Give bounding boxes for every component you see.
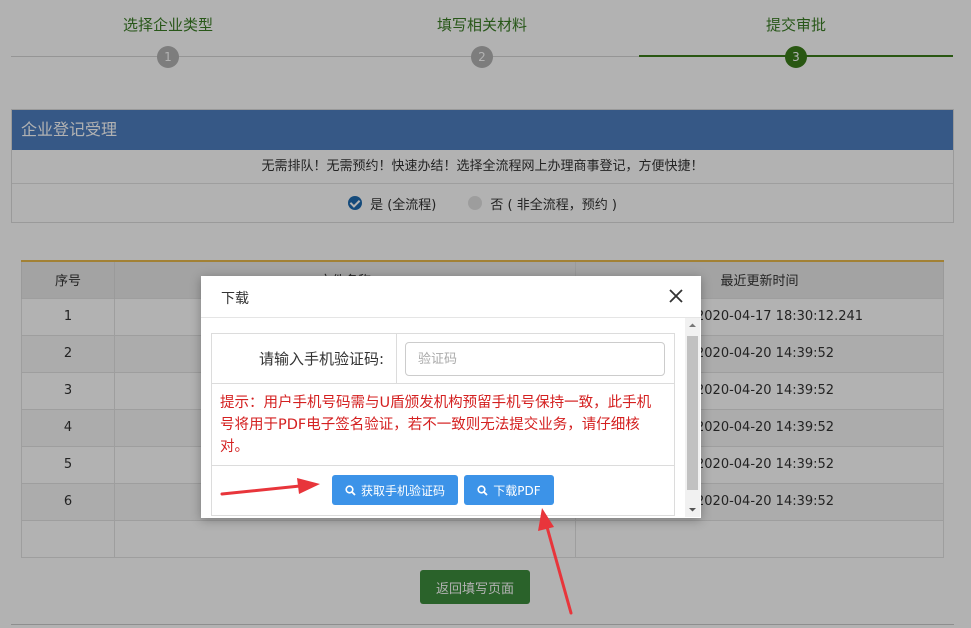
get-verification-code-label: 获取手机验证码 bbox=[360, 483, 445, 498]
dialog-header: 下载 bbox=[201, 276, 701, 318]
scroll-down-icon[interactable] bbox=[685, 502, 700, 517]
close-icon[interactable] bbox=[669, 289, 683, 303]
scroll-thumb[interactable] bbox=[687, 336, 698, 490]
dialog-button-row: 获取手机验证码 下载PDF bbox=[212, 466, 674, 515]
download-pdf-label: 下载PDF bbox=[493, 483, 541, 498]
dialog-body: 请输入手机验证码: 提示：用户手机号码需与U盾颁发机构预留手机号保持一致，此手机… bbox=[211, 333, 675, 516]
search-icon bbox=[345, 484, 356, 496]
search-icon bbox=[477, 484, 488, 496]
scroll-up-icon[interactable] bbox=[685, 318, 700, 333]
phone-tip-text: 提示：用户手机号码需与U盾颁发机构预留手机号保持一致，此手机号将用于PDF电子签… bbox=[212, 384, 674, 466]
dialog-scrollbar[interactable] bbox=[685, 318, 700, 517]
get-verification-code-button[interactable]: 获取手机验证码 bbox=[332, 475, 458, 505]
download-dialog: 下载 请输入手机验证码: 提示：用户手机号码需与U盾颁发机构预留手机号保持一致，… bbox=[201, 276, 701, 518]
verification-code-label: 请输入手机验证码: bbox=[212, 334, 397, 384]
download-pdf-button[interactable]: 下载PDF bbox=[464, 475, 554, 505]
verification-code-row: 请输入手机验证码: bbox=[212, 334, 674, 384]
dialog-title: 下载 bbox=[221, 291, 249, 307]
verification-code-input[interactable] bbox=[405, 342, 665, 376]
